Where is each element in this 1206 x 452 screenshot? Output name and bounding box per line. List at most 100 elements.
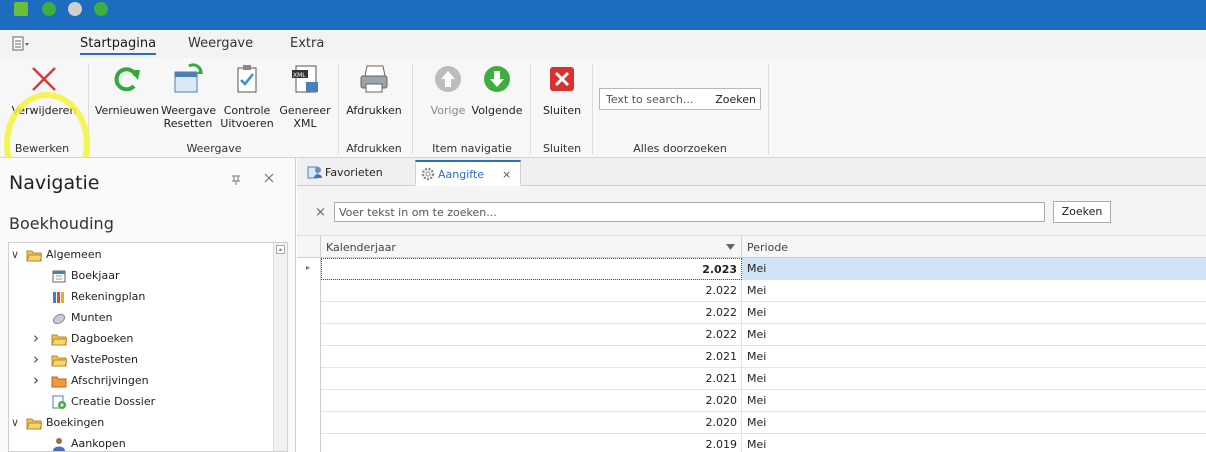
table-row[interactable]: 2.020 Mei: [297, 390, 1206, 412]
sluiten-button[interactable]: Sluiten: [538, 60, 586, 140]
column-header-periode[interactable]: Periode: [742, 236, 1206, 258]
weergave-resetten-button[interactable]: Weergave Resetten: [161, 60, 216, 140]
row-indicator[interactable]: [297, 302, 321, 324]
tree-item[interactable]: › VastePosten: [9, 350, 273, 371]
table-row[interactable]: 2.022 Mei: [297, 324, 1206, 346]
content-search-bar: × Voer tekst in om te zoeken... Zoeken: [297, 186, 1206, 236]
genereer-label-line1: Genereer: [279, 104, 331, 117]
weergave-label-line2: Resetten: [163, 117, 213, 130]
controle-uitvoeren-button[interactable]: Controle Uitvoeren: [220, 60, 274, 140]
cell-kalenderjaar[interactable]: 2.022: [321, 302, 742, 324]
controle-uitvoeren-label: Controle Uitvoeren: [220, 104, 274, 130]
ribbon-tab-bar: Startpagina Weergave Extra: [0, 30, 1206, 58]
tab-favorieten[interactable]: Favorieten: [303, 160, 407, 186]
table-row[interactable]: 2.021 Mei: [297, 368, 1206, 390]
folder-icon: [26, 418, 42, 430]
cell-kalenderjaar[interactable]: 2.023: [321, 258, 742, 280]
chevron-down-icon[interactable]: ∨: [11, 416, 19, 429]
cell-kalenderjaar[interactable]: 2.021: [321, 368, 742, 390]
row-indicator[interactable]: [297, 434, 321, 452]
group-separator: [592, 64, 593, 154]
app-menu-icon[interactable]: [12, 36, 30, 52]
tree-item[interactable]: ∨ Boekingen: [9, 413, 273, 434]
forward-quick-icon[interactable]: [94, 2, 108, 16]
svg-text:XML: XML: [293, 72, 306, 79]
tab-extra[interactable]: Extra: [290, 36, 324, 51]
tree-item-label: Afschrijvingen: [71, 374, 149, 387]
ribbon-search-button[interactable]: Zoeken: [715, 93, 756, 106]
back-quick-icon[interactable]: [68, 2, 82, 16]
chevron-right-icon[interactable]: ›: [33, 350, 39, 368]
genereer-xml-button[interactable]: XML Genereer XML: [278, 60, 332, 140]
cell-kalenderjaar[interactable]: 2.022: [321, 324, 742, 346]
cell-periode[interactable]: Mei: [742, 258, 1206, 280]
close-tab-icon[interactable]: ×: [502, 168, 511, 181]
ribbon: Verwijderen Bewerken Vernieuwen Weergave…: [0, 58, 1206, 196]
tree-item[interactable]: Rekeningplan: [9, 287, 273, 308]
cell-periode[interactable]: Mei: [742, 412, 1206, 434]
table-row[interactable]: 2.019 Mei: [297, 434, 1206, 452]
cell-kalenderjaar[interactable]: 2.020: [321, 390, 742, 412]
chevron-right-icon[interactable]: ›: [33, 371, 39, 389]
volgende-button[interactable]: Volgende: [470, 60, 524, 140]
cell-periode[interactable]: Mei: [742, 434, 1206, 452]
afdrukken-button[interactable]: Afdrukken: [346, 60, 402, 140]
cell-periode[interactable]: Mei: [742, 368, 1206, 390]
tree-item[interactable]: Creatie Dossier: [9, 392, 273, 413]
refresh-quick-icon[interactable]: [42, 2, 56, 16]
row-indicator[interactable]: [297, 280, 321, 302]
tree-item[interactable]: › Afschrijvingen: [9, 371, 273, 392]
content-search-input[interactable]: Voer tekst in om te zoeken...: [334, 202, 1045, 222]
tree-item[interactable]: ∨ Algemeen: [9, 245, 273, 266]
column-header-kalenderjaar[interactable]: Kalenderjaar: [321, 236, 742, 258]
table-row[interactable]: 2.022 Mei: [297, 280, 1206, 302]
close-pane-icon[interactable]: [263, 172, 275, 184]
table-row[interactable]: ▸ 2.023 Mei: [297, 258, 1206, 280]
row-indicator[interactable]: ▸: [297, 258, 321, 280]
tree-item[interactable]: › Dagboeken: [9, 329, 273, 350]
tree-item[interactable]: Munten: [9, 308, 273, 329]
printer-icon: [360, 65, 388, 93]
weergave-resetten-label: Weergave Resetten: [161, 104, 216, 130]
cell-periode[interactable]: Mei: [742, 280, 1206, 302]
row-indicator[interactable]: [297, 324, 321, 346]
row-indicator[interactable]: [297, 412, 321, 434]
cell-kalenderjaar[interactable]: 2.022: [321, 280, 742, 302]
table-row[interactable]: 2.021 Mei: [297, 346, 1206, 368]
cell-kalenderjaar[interactable]: 2.019: [321, 434, 742, 452]
vernieuwen-button[interactable]: Vernieuwen: [94, 60, 160, 140]
tree-item[interactable]: Boekjaar: [9, 266, 273, 287]
tab-weergave[interactable]: Weergave: [188, 36, 253, 51]
app-icon: [14, 2, 28, 16]
row-indicator[interactable]: [297, 368, 321, 390]
pin-icon[interactable]: [231, 174, 241, 186]
cell-periode[interactable]: Mei: [742, 346, 1206, 368]
tree-item[interactable]: Aankopen: [9, 434, 273, 451]
cell-periode[interactable]: Mei: [742, 390, 1206, 412]
group-label-weergave: Weergave: [186, 142, 242, 155]
row-indicator[interactable]: [297, 346, 321, 368]
sort-desc-icon[interactable]: [726, 244, 735, 250]
tree-item-label: Algemeen: [46, 248, 102, 261]
clear-search-icon[interactable]: ×: [315, 205, 326, 220]
genereer-label-line2: XML: [293, 117, 317, 130]
tab-startpagina[interactable]: Startpagina: [80, 36, 157, 55]
group-label-alles-doorzoeken: Alles doorzoeken: [633, 142, 727, 155]
row-indicator[interactable]: [297, 390, 321, 412]
tree-scrollbar[interactable]: [273, 243, 287, 451]
table-row[interactable]: 2.020 Mei: [297, 412, 1206, 434]
arrow-down-icon: [484, 66, 510, 92]
scroll-up-icon[interactable]: [276, 245, 285, 254]
vorige-button[interactable]: Vorige: [428, 60, 468, 140]
table-row[interactable]: 2.022 Mei: [297, 302, 1206, 324]
tab-aangifte[interactable]: Aangifte ×: [415, 160, 521, 186]
delete-icon: [32, 67, 56, 91]
cell-periode[interactable]: Mei: [742, 302, 1206, 324]
chevron-down-icon[interactable]: ∨: [11, 248, 19, 261]
content-search-button[interactable]: Zoeken: [1053, 201, 1111, 223]
cell-kalenderjaar[interactable]: 2.020: [321, 412, 742, 434]
cell-kalenderjaar[interactable]: 2.021: [321, 346, 742, 368]
chevron-right-icon[interactable]: ›: [33, 329, 39, 347]
cell-periode[interactable]: Mei: [742, 324, 1206, 346]
ribbon-search-input[interactable]: Text to search... Zoeken: [599, 88, 761, 110]
